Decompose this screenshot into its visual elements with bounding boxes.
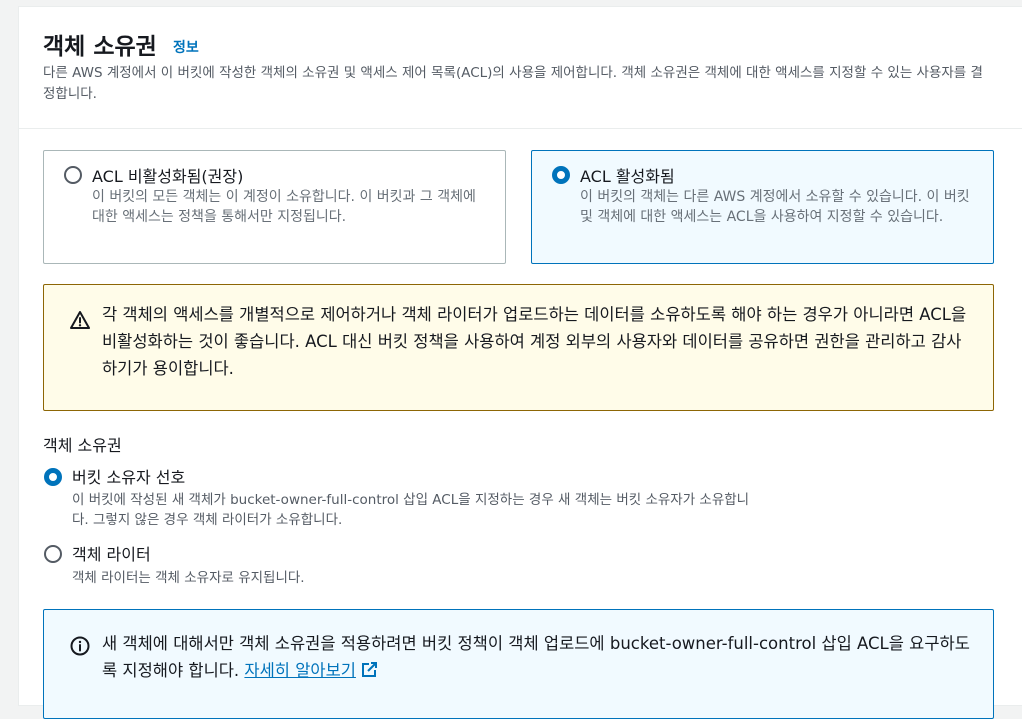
warning-alert: 각 객체의 액세스를 개별적으로 제어하거나 객체 라이터가 업로드하는 데이터…: [43, 284, 994, 411]
object-writer-description: 객체 라이터는 객체 소유자로 유지됩니다.: [72, 570, 305, 586]
object-ownership-panel: 객체 소유권 정보 다른 AWS 계정에서 이 버킷에 작성한 객체의 소유권 …: [18, 6, 1022, 719]
warning-text: 각 객체의 액세스를 개별적으로 제어하거나 객체 라이터가 업로드하는 데이터…: [102, 305, 967, 378]
acl-disabled-radio[interactable]: [64, 166, 82, 184]
acl-enabled-radio[interactable]: [552, 166, 570, 184]
acl-enabled-card[interactable]: ACL 활성화됨 이 버킷의 객체는 다른 AWS 계정에서 소유할 수 있습니…: [531, 150, 994, 264]
external-link-icon[interactable]: [360, 661, 378, 679]
info-alert: 새 객체에 대해서만 객체 소유권을 적용하려면 버킷 정책이 객체 업로드에 …: [43, 609, 994, 719]
acl-enabled-label: ACL 활성화됨: [580, 167, 675, 186]
bucket-owner-preferred-description: 이 버킷에 작성된 새 객체가 bucket-owner-full-contro…: [72, 492, 750, 528]
panel-description: 다른 AWS 계정에서 이 버킷에 작성한 객체의 소유권 및 액세스 제어 목…: [43, 65, 983, 102]
object-ownership-label: 객체 소유권: [43, 436, 122, 455]
acl-disabled-card[interactable]: ACL 비활성화됨(권장) 이 버킷의 모든 객체는 이 계정이 소유합니다. …: [43, 150, 506, 264]
page-title: 객체 소유권: [43, 34, 157, 60]
bucket-owner-preferred-radio[interactable]: [44, 468, 62, 486]
panel-header: 객체 소유권 정보 다른 AWS 계정에서 이 버킷에 작성한 객체의 소유권 …: [19, 7, 1022, 129]
info-circle-icon: [70, 636, 90, 656]
info-text-block: 새 객체에 대해서만 객체 소유권을 적용하려면 버킷 정책이 객체 업로드에 …: [102, 630, 982, 684]
object-writer-label: 객체 라이터: [72, 545, 151, 564]
warning-triangle-icon: [70, 311, 90, 329]
acl-disabled-description: 이 버킷의 모든 객체는 이 계정이 소유합니다. 이 버킷과 그 객체에 대한…: [92, 189, 476, 225]
bucket-owner-preferred-label: 버킷 소유자 선호: [72, 468, 186, 487]
acl-disabled-label: ACL 비활성화됨(권장): [92, 167, 244, 186]
object-writer-radio[interactable]: [44, 545, 62, 563]
info-link[interactable]: 정보: [173, 37, 199, 57]
info-text: 새 객체에 대해서만 객체 소유권을 적용하려면 버킷 정책이 객체 업로드에 …: [102, 634, 970, 680]
learn-more-link[interactable]: 자세히 알아보기: [244, 661, 356, 680]
acl-enabled-description: 이 버킷의 객체는 다른 AWS 계정에서 소유할 수 있습니다. 이 버킷 및…: [580, 189, 970, 225]
